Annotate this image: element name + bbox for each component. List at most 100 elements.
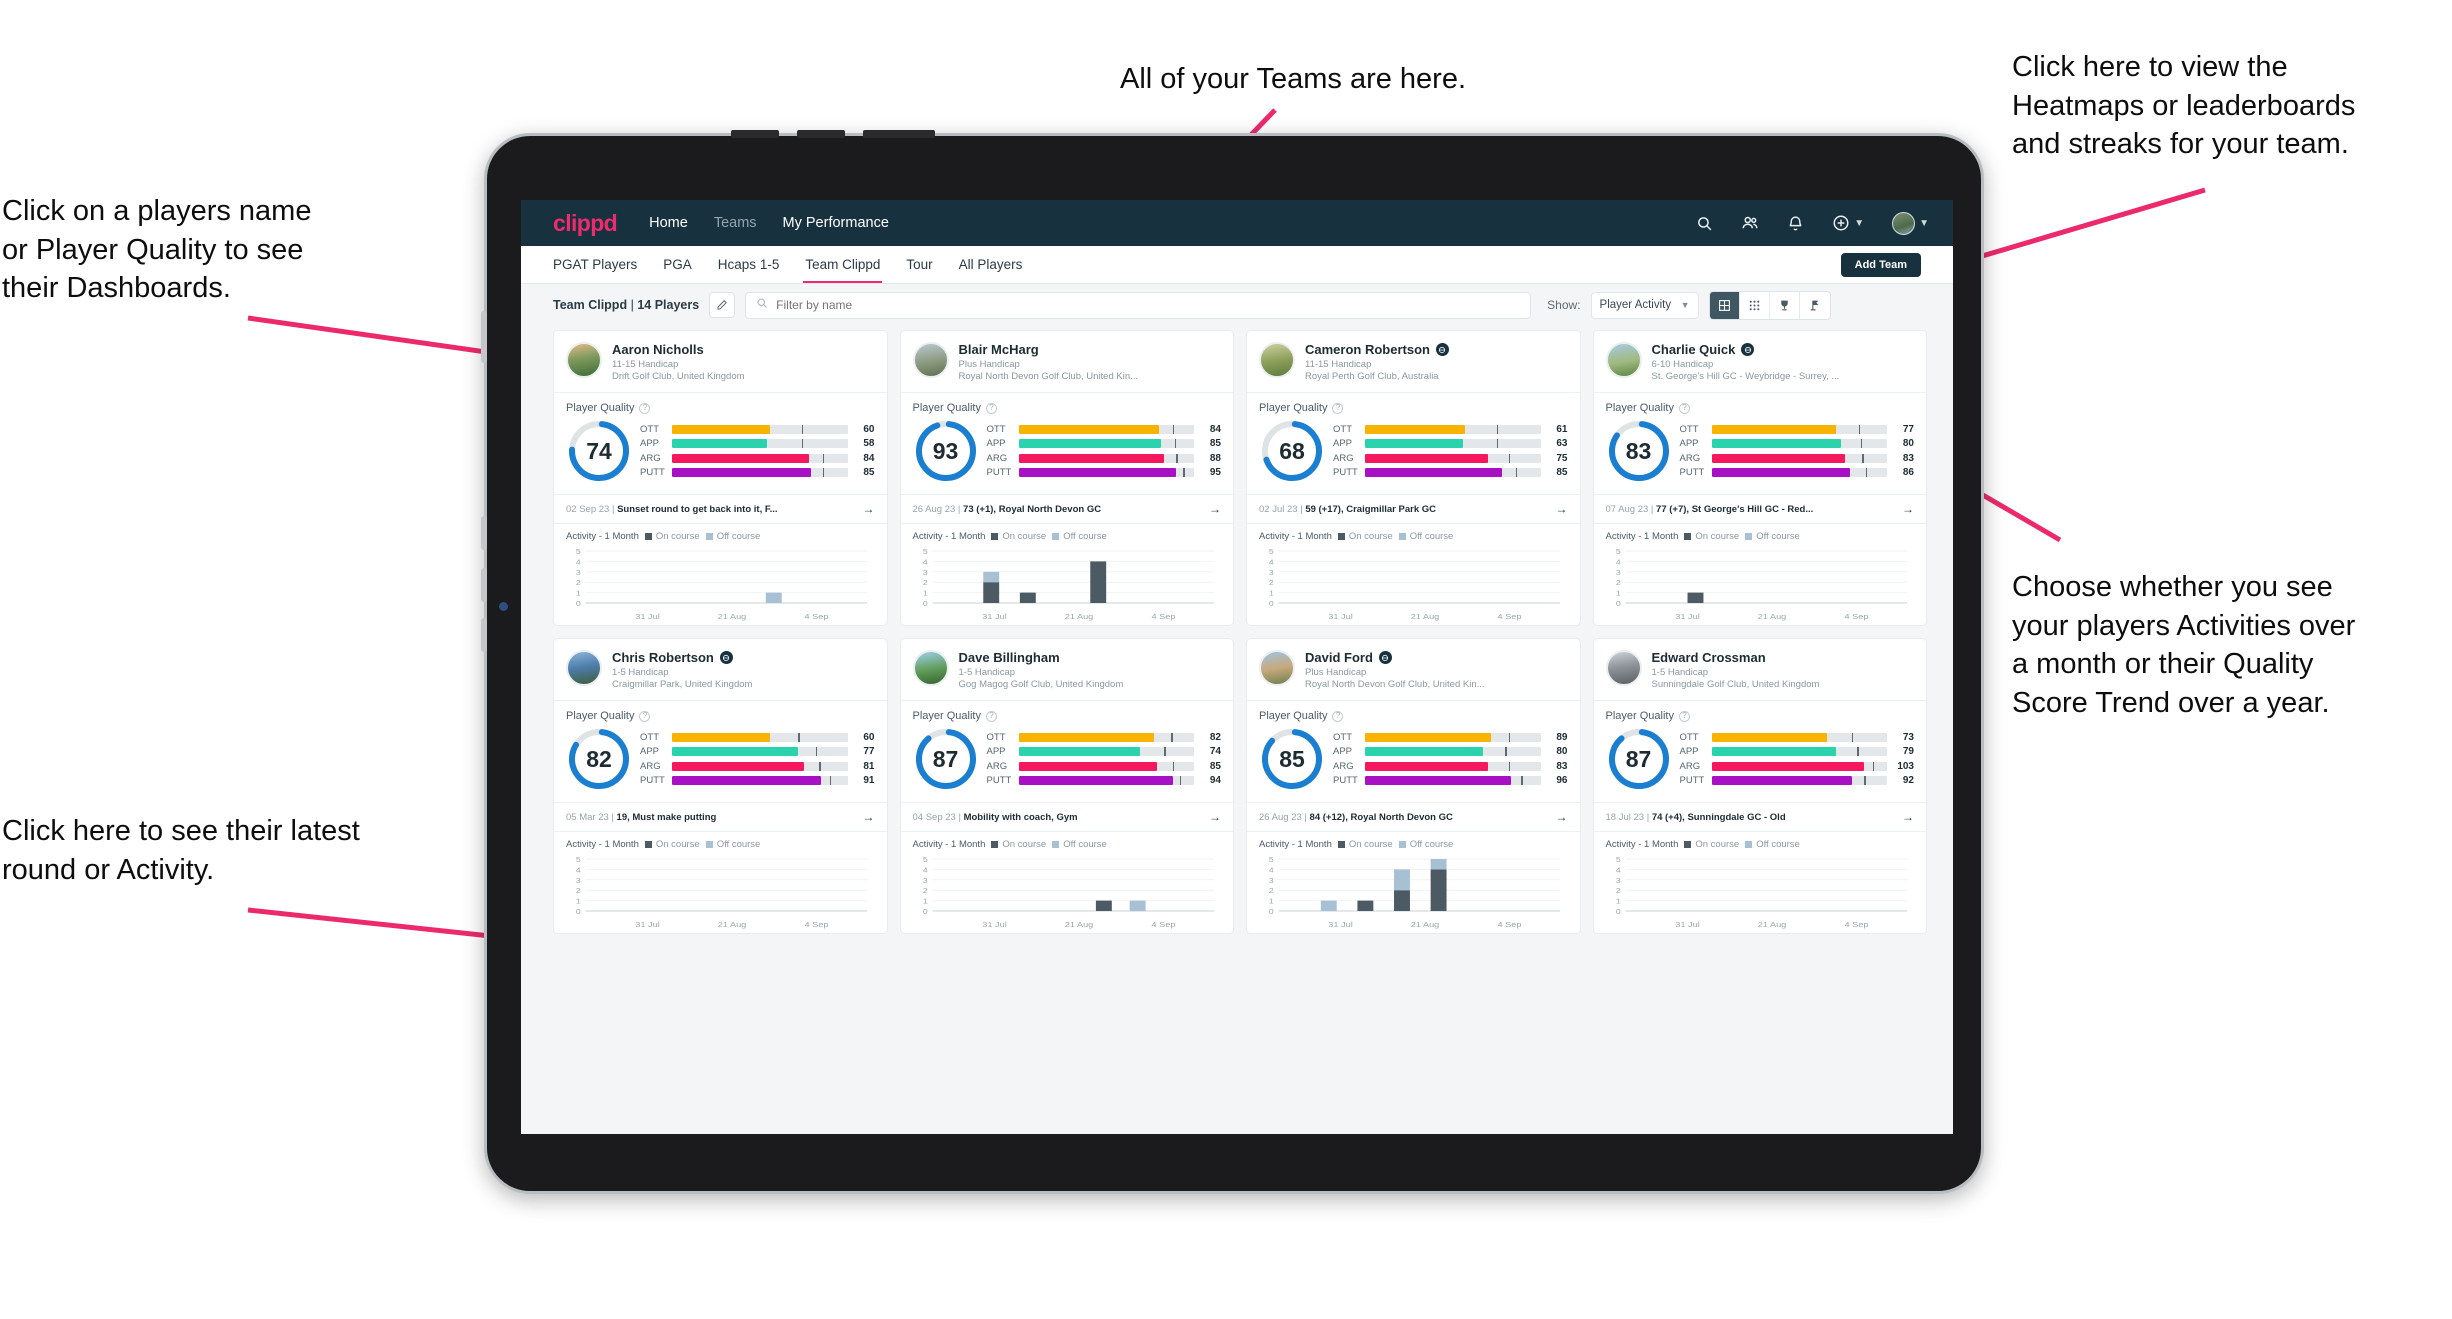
player-header[interactable]: Charlie Quick 6-10 Handicap St. George's… — [1594, 331, 1927, 392]
player-card[interactable]: Dave Billingham 1-5 Handicap Gog Magog G… — [899, 638, 1234, 934]
flag-icon[interactable] — [1800, 292, 1830, 319]
help-icon[interactable]: ? — [1332, 710, 1344, 722]
player-quality-body[interactable]: 85 OTT 89 APP 80 ARG 83 PUTT 96 — [1247, 724, 1580, 802]
grid-large-icon[interactable] — [1709, 291, 1740, 319]
tab-all-players[interactable]: All Players — [959, 246, 1023, 283]
player-card[interactable]: Blair McHarg Plus Handicap Royal North D… — [899, 330, 1234, 626]
tab-team-clippd[interactable]: Team Clippd — [803, 246, 883, 283]
player-header[interactable]: Blair McHarg Plus Handicap Royal North D… — [901, 331, 1234, 392]
player-quality-body[interactable]: 93 OTT 84 APP 85 ARG 88 PUTT 95 — [901, 416, 1234, 494]
player-header[interactable]: Edward Crossman 1-5 Handicap Sunningdale… — [1594, 639, 1927, 700]
player-name[interactable]: Blair McHarg — [959, 342, 1039, 357]
player-card[interactable]: Edward Crossman 1-5 Handicap Sunningdale… — [1592, 638, 1927, 934]
latest-activity-row[interactable]: 02 Sep 23 | Sunset round to get back int… — [554, 494, 887, 523]
latest-activity-row[interactable]: 04 Sep 23 | Mobility with coach, Gym → — [900, 802, 1233, 831]
player-name[interactable]: Edward Crossman — [1652, 650, 1766, 665]
latest-activity-row[interactable]: 26 Aug 23 | 84 (+12), Royal North Devon … — [1247, 802, 1580, 831]
svg-text:2: 2 — [1269, 887, 1274, 895]
player-header[interactable]: Dave Billingham 1-5 Handicap Gog Magog G… — [901, 639, 1234, 700]
help-icon[interactable]: ? — [1678, 710, 1690, 722]
player-card[interactable]: Chris Robertson 1-5 Handicap Craigmillar… — [553, 638, 888, 934]
svg-text:3: 3 — [1269, 569, 1274, 577]
arrow-right-icon[interactable]: → — [1556, 502, 1568, 516]
help-icon[interactable]: ? — [639, 402, 651, 414]
avatar — [1259, 650, 1295, 686]
player-card[interactable]: Aaron Nicholls 11-15 Handicap Drift Golf… — [553, 330, 888, 626]
player-card[interactable]: Charlie Quick 6-10 Handicap St. George's… — [1592, 330, 1927, 626]
arrow-right-icon[interactable]: → — [1209, 810, 1221, 824]
player-quality-body[interactable]: 74 OTT 60 APP 58 ARG 84 PUTT 85 — [554, 416, 887, 494]
player-card[interactable]: David Ford Plus Handicap Royal North Dev… — [1246, 638, 1581, 934]
player-header[interactable]: Cameron Robertson 11-15 Handicap Royal P… — [1247, 331, 1580, 392]
latest-activity-row[interactable]: 02 Jul 23 | 59 (+17), Craigmillar Park G… — [1247, 494, 1580, 523]
nav-item-teams[interactable]: Teams — [714, 215, 757, 231]
user-menu[interactable]: ▼ — [1892, 211, 1929, 235]
metric-benchmark-tick — [1505, 747, 1507, 757]
tab-pgat-players[interactable]: PGAT Players — [553, 246, 637, 283]
player-quality-label: Player Quality — [1605, 402, 1674, 414]
player-quality-body[interactable]: 68 OTT 61 APP 63 ARG 75 PUTT 85 — [1247, 416, 1580, 494]
help-icon[interactable]: ? — [1332, 402, 1344, 414]
avatar — [1892, 211, 1916, 235]
metric-row: APP 80 — [1333, 746, 1568, 757]
tab-tour[interactable]: Tour — [906, 246, 932, 283]
arrow-right-icon[interactable]: → — [1556, 810, 1568, 824]
add-team-button[interactable]: Add Team — [1840, 252, 1921, 277]
side-button-2 — [481, 568, 487, 602]
player-name[interactable]: David Ford — [1305, 650, 1373, 665]
latest-activity-row[interactable]: 18 Jul 23 | 74 (+4), Sunningdale GC - Ol… — [1593, 802, 1926, 831]
player-header[interactable]: David Ford Plus Handicap Royal North Dev… — [1247, 639, 1580, 700]
help-icon[interactable]: ? — [639, 710, 651, 722]
player-quality-body[interactable]: 87 OTT 73 APP 79 ARG 103 PUTT 92 — [1594, 724, 1927, 802]
player-quality-label: Player Quality — [566, 402, 635, 414]
tab-pga[interactable]: PGA — [663, 246, 692, 283]
plus-circle-menu[interactable]: ▼ — [1832, 214, 1864, 232]
people-icon[interactable] — [1741, 214, 1759, 232]
show-select[interactable]: Player Activity ▼ — [1590, 291, 1699, 319]
latest-activity-row[interactable]: 05 Mar 23 | 19, Must make putting → — [554, 802, 887, 831]
player-name[interactable]: Chris Robertson — [612, 650, 714, 665]
player-quality-body[interactable]: 83 OTT 77 APP 80 ARG 83 PUTT 86 — [1594, 416, 1927, 494]
avatar — [1605, 650, 1642, 686]
metric-row: APP 79 — [1680, 746, 1915, 757]
latest-activity-row[interactable]: 07 Aug 23 | 77 (+7), St George's Hill GC… — [1593, 494, 1926, 523]
player-quality-body[interactable]: 87 OTT 82 APP 74 ARG 85 PUTT 94 — [901, 724, 1234, 802]
trophy-icon[interactable] — [1770, 291, 1800, 319]
legend-off-course: Off course — [1052, 531, 1107, 542]
tab-hcaps-1-5[interactable]: Hcaps 1-5 — [718, 246, 780, 283]
player-name[interactable]: Cameron Robertson — [1305, 342, 1430, 357]
legend-off-course: Off course — [1745, 839, 1800, 850]
help-icon[interactable]: ? — [1678, 402, 1690, 414]
search-icon[interactable] — [1696, 215, 1713, 232]
player-name[interactable]: Charlie Quick — [1652, 342, 1736, 357]
player-header[interactable]: Aaron Nicholls 11-15 Handicap Drift Golf… — [554, 331, 887, 392]
search-input[interactable] — [776, 298, 1521, 312]
arrow-right-icon[interactable]: → — [1902, 502, 1914, 516]
search-input-wrapper[interactable] — [745, 291, 1532, 319]
metric-fill — [1711, 747, 1837, 757]
clippd-logo[interactable]: clippd — [553, 210, 618, 237]
latest-activity-row[interactable]: 26 Aug 23 | 73 (+1), Royal North Devon G… — [900, 494, 1233, 523]
player-name[interactable]: Aaron Nicholls — [612, 342, 704, 357]
nav-item-my-performance[interactable]: My Performance — [783, 215, 889, 231]
arrow-right-icon[interactable]: → — [1209, 502, 1221, 516]
player-name[interactable]: Dave Billingham — [959, 650, 1060, 665]
player-quality-body[interactable]: 82 OTT 60 APP 77 ARG 81 PUTT 91 — [554, 724, 887, 802]
activity-section: Activity - 1 Month On course Off course … — [900, 523, 1233, 625]
edit-team-button[interactable] — [709, 292, 736, 318]
svg-text:1: 1 — [922, 897, 927, 905]
legend-on-course: On course — [991, 839, 1046, 850]
player-header[interactable]: Chris Robertson 1-5 Handicap Craigmillar… — [554, 639, 887, 700]
arrow-right-icon[interactable]: → — [863, 502, 875, 516]
bar-on-course — [1394, 890, 1410, 911]
bell-icon[interactable] — [1787, 215, 1804, 232]
player-card[interactable]: Cameron Robertson 11-15 Handicap Royal P… — [1246, 330, 1581, 626]
metric-benchmark-tick — [1508, 761, 1511, 771]
nav-item-home[interactable]: Home — [649, 215, 688, 231]
arrow-right-icon[interactable]: → — [863, 810, 875, 824]
arrow-right-icon[interactable]: → — [1902, 810, 1914, 824]
svg-text:4: 4 — [922, 866, 927, 874]
help-icon[interactable]: ? — [985, 402, 997, 414]
help-icon[interactable]: ? — [985, 710, 997, 722]
grid-small-icon[interactable] — [1740, 291, 1770, 319]
